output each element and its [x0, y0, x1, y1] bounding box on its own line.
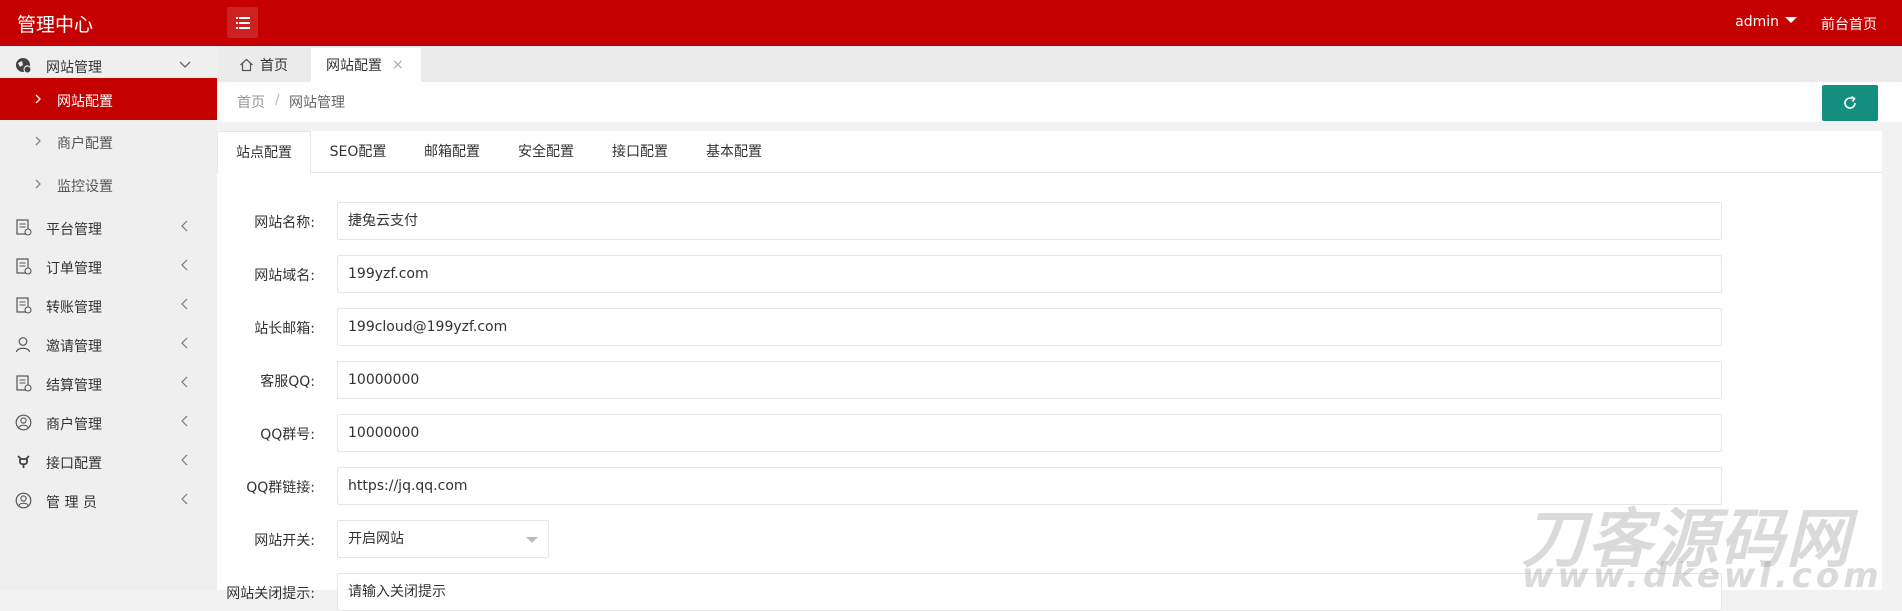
sidebar-item-label: 订单管理	[46, 261, 102, 277]
chevron-right-icon	[35, 179, 41, 189]
sidebar-item-label: 平台管理	[46, 222, 102, 238]
service-qq-label: 客服QQ:	[260, 374, 315, 390]
sidebar-subitem-label: 网站配置	[57, 94, 113, 110]
qq-group-link-input[interactable]: https://jq.qq.com	[337, 467, 1722, 505]
sidebar-subitem-site-config[interactable]: 网站配置	[0, 78, 217, 120]
breadcrumb: 首页 / 网站管理	[217, 82, 1902, 122]
brand-title: 管理中心	[17, 14, 94, 36]
close-notice-input[interactable]: 请输入关闭提示	[337, 573, 1722, 611]
close-notice-label: 网站关闭提示:	[226, 586, 315, 602]
site-switch-label: 网站开关:	[254, 533, 315, 549]
refresh-icon	[1844, 95, 1856, 109]
refresh-button[interactable]	[1822, 85, 1878, 121]
sidebar-item-label: 商户管理	[46, 417, 102, 433]
sidebar-item-orders[interactable]: 订单管理	[0, 247, 217, 286]
qq-group-label: QQ群号:	[260, 427, 315, 443]
chevron-left-icon	[181, 220, 188, 232]
sidebar-item-label: 管 理 员	[46, 495, 97, 511]
sidebar-item-admins[interactable]: 管 理 员	[0, 481, 217, 520]
breadcrumb-home[interactable]: 首页	[237, 92, 265, 112]
chevron-down-icon	[179, 61, 191, 68]
tab-site-config[interactable]: 站点配置	[217, 131, 311, 174]
tab-security-config[interactable]: 安全配置	[499, 131, 593, 173]
tab-email-config[interactable]: 邮箱配置	[405, 131, 499, 173]
sidebar-subitem-label: 商户配置	[57, 136, 113, 152]
document-icon	[16, 258, 32, 275]
form-row-qq-group: QQ群号: 10000000	[217, 414, 1882, 452]
service-qq-input[interactable]: 10000000	[337, 361, 1722, 399]
site-switch-select[interactable]: 开启网站	[337, 520, 549, 558]
sidebar-subitem-monitor-settings[interactable]: 监控设置	[0, 163, 217, 205]
dropdown-arrow-icon	[526, 537, 538, 543]
document-icon	[16, 219, 32, 236]
sidebar-subitem-merchant-config[interactable]: 商户配置	[0, 120, 217, 162]
caret-down-icon	[1785, 17, 1797, 23]
menu-toggle-button[interactable]	[227, 7, 258, 38]
close-icon[interactable]: ×	[392, 57, 404, 73]
chevron-left-icon	[181, 454, 188, 466]
sidebar-item-platform[interactable]: 平台管理	[0, 208, 217, 247]
sidebar-item-transfers[interactable]: 转账管理	[0, 286, 217, 325]
menu-icon	[235, 16, 250, 29]
chevron-left-icon	[181, 298, 188, 310]
tab-basic-config[interactable]: 基本配置	[687, 131, 781, 173]
website-icon	[16, 58, 32, 74]
chevron-left-icon	[181, 415, 188, 427]
top-header: 管理中心 admin 前台首页	[0, 0, 1902, 46]
sidebar-item-label: 接口配置	[46, 456, 102, 472]
site-domain-input[interactable]: 199yzf.com	[337, 255, 1722, 293]
site-name-input[interactable]: 捷兔云支付	[337, 202, 1722, 240]
sidebar-item-label: 转账管理	[46, 300, 102, 316]
home-icon	[240, 58, 253, 72]
breadcrumb-current: 网站管理	[289, 95, 345, 111]
page-tab-site-config[interactable]: 网站配置 ×	[311, 48, 421, 82]
page-tab-label: 网站配置	[326, 58, 382, 74]
form-row-site-name: 网站名称: 捷兔云支付	[217, 202, 1882, 240]
front-home-link[interactable]: 前台首页	[1821, 14, 1877, 34]
document-icon	[16, 297, 32, 314]
qq-group-input[interactable]: 10000000	[337, 414, 1722, 452]
tab-interface-config[interactable]: 接口配置	[593, 131, 687, 173]
user-menu[interactable]: admin	[1735, 14, 1797, 30]
admin-email-input[interactable]: 199cloud@199yzf.com	[337, 308, 1722, 346]
admin-email-label: 站长邮箱:	[254, 321, 315, 337]
user-icon	[15, 337, 31, 353]
plug-icon	[17, 455, 30, 468]
user-name: admin	[1735, 14, 1779, 30]
tab-seo-config[interactable]: SEO配置	[311, 131, 405, 173]
document-icon	[16, 375, 32, 392]
chevron-right-icon	[35, 136, 41, 146]
sidebar-item-label: 结算管理	[46, 378, 102, 394]
config-tabs: 站点配置 SEO配置 邮箱配置 安全配置 接口配置 基本配置	[217, 131, 1882, 174]
sidebar-item-merchants[interactable]: 商户管理	[0, 403, 217, 442]
chevron-left-icon	[181, 376, 188, 388]
sidebar-item-label: 邀请管理	[46, 339, 102, 355]
user-circle-icon	[15, 492, 32, 509]
site-name-label: 网站名称:	[254, 215, 315, 231]
sidebar-item-invites[interactable]: 邀请管理	[0, 325, 217, 364]
sidebar-item-interfaces[interactable]: 接口配置	[0, 442, 217, 481]
site-switch-value: 开启网站	[348, 531, 404, 547]
chevron-left-icon	[181, 259, 188, 271]
page-tabs-bar: 首页 网站配置 ×	[217, 46, 1902, 82]
page-tab-label: 首页	[260, 58, 288, 74]
chevron-left-icon	[181, 337, 188, 349]
chevron-left-icon	[181, 493, 188, 505]
form-row-service-qq: 客服QQ: 10000000	[217, 361, 1882, 399]
breadcrumb-separator: /	[275, 92, 280, 108]
form-row-site-domain: 网站域名: 199yzf.com	[217, 255, 1882, 293]
qq-group-link-label: QQ群链接:	[246, 480, 315, 496]
sidebar-subitem-label: 监控设置	[57, 179, 113, 195]
sidebar-item-label: 网站管理	[46, 60, 102, 76]
page-tab-home[interactable]: 首页	[239, 48, 288, 82]
user-circle-icon	[15, 414, 32, 431]
sidebar: 网站管理 网站配置 商户配置 监控设置 平台管理 订单管理 转账管理 邀请管理 …	[0, 46, 217, 590]
form-row-admin-email: 站长邮箱: 199cloud@199yzf.com	[217, 308, 1882, 346]
sidebar-item-settlement[interactable]: 结算管理	[0, 364, 217, 403]
site-domain-label: 网站域名:	[254, 268, 315, 284]
watermark-url: www.dkewl.com	[1522, 556, 1883, 596]
chevron-right-icon	[35, 94, 41, 104]
